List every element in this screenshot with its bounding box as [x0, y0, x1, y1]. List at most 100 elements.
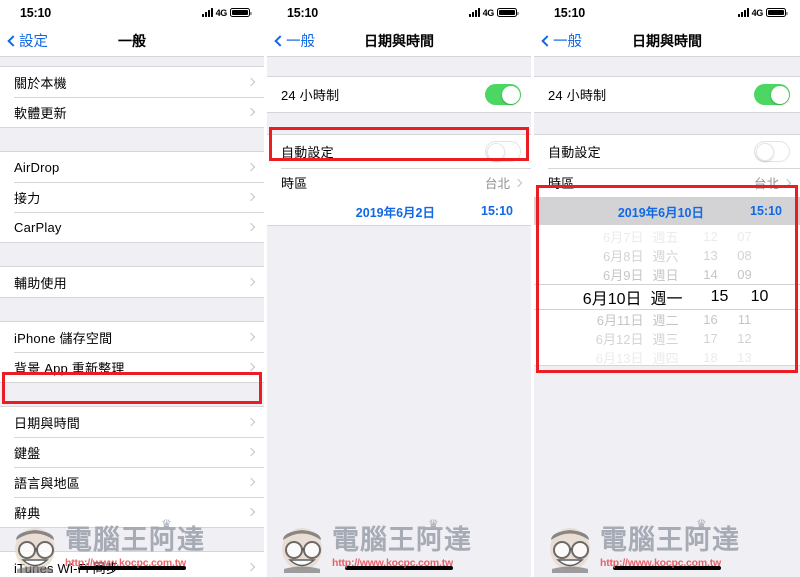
- phone-screen-date-time-picker-open: 15:10 4G 一般 日期與時間 24 小時制 自動設定 時區 台北 2019…: [534, 0, 800, 577]
- row-label: 輔助使用: [14, 275, 67, 291]
- toggle-set-automatically[interactable]: [485, 141, 521, 162]
- status-bar: 15:10 4G: [0, 0, 264, 25]
- row-24-hour-time[interactable]: 24 小時制: [267, 77, 531, 112]
- signal-bars-icon: [737, 8, 749, 17]
- date-time-picker[interactable]: 6月7日 週五 12 07 6月8日 週六 13 08 6月9日 週日 14 0…: [534, 225, 800, 365]
- list-gap: [534, 113, 800, 134]
- signal-bars-icon: [468, 8, 480, 17]
- status-bar-indicators: 4G: [737, 7, 788, 18]
- picker-row[interactable]: 6月7日 週五 12 07: [534, 227, 800, 246]
- picker-row[interactable]: 6月11日 週二 16 11: [534, 310, 800, 329]
- toggle-set-automatically[interactable]: [754, 141, 790, 162]
- auto-timezone-group: 自動設定 時區 台北 2019年6月2日 15:10: [267, 134, 531, 226]
- picker-hour: 17: [703, 331, 718, 346]
- picker-weekday: 週三: [652, 332, 679, 347]
- time-zone-value: 台北: [753, 177, 779, 191]
- sidebar-item-keyboard[interactable]: 鍵盤: [0, 437, 264, 467]
- sidebar-item-background-app-refresh[interactable]: 背景 App 重新整理: [0, 352, 264, 382]
- sidebar-item-iphone-storage[interactable]: iPhone 儲存空間: [0, 322, 264, 352]
- picker-row-selected[interactable]: 6月10日 週一 15 10: [534, 284, 800, 310]
- chevron-right-icon: [246, 447, 256, 457]
- picker-row[interactable]: 6月13日 週四 18 13: [534, 348, 800, 365]
- network-label: 4G: [215, 7, 228, 18]
- picker-weekday: 週五: [652, 230, 679, 245]
- list-gap: [0, 128, 264, 151]
- nav-bar: 一般 日期與時間: [534, 25, 800, 57]
- row-time-zone[interactable]: 時區 台北: [534, 168, 800, 197]
- back-button[interactable]: 設定: [0, 30, 48, 51]
- time-value: 15:10: [481, 204, 513, 218]
- list-gap: [0, 57, 264, 66]
- sidebar-item-language-and-region[interactable]: 語言與地區: [0, 467, 264, 497]
- chevron-right-icon: [782, 178, 792, 187]
- picker-minute: 11: [737, 312, 752, 327]
- status-bar-time: 15:10: [554, 5, 585, 20]
- picker-weekday: 週四: [652, 351, 679, 365]
- list-gap: [0, 298, 264, 321]
- toggle-24-hour-time[interactable]: [754, 84, 790, 105]
- toggle-24-hour-time[interactable]: [485, 84, 521, 105]
- picker-weekday: 週二: [652, 313, 679, 328]
- sidebar-item-date-and-time[interactable]: 日期與時間: [0, 407, 264, 437]
- status-bar: 15:10 4G: [267, 0, 531, 25]
- status-bar-indicators: 4G: [468, 8, 519, 18]
- picker-hour: 15: [710, 288, 729, 305]
- picker-minute: 13: [737, 350, 752, 365]
- row-date-time-summary[interactable]: 2019年6月2日 15:10: [267, 197, 531, 225]
- picker-weekday: 週日: [652, 268, 679, 283]
- sidebar-item-itunes-wifi-sync[interactable]: iTunes Wi-Fi 同步: [0, 552, 264, 577]
- picker-weekday: 週六: [652, 249, 679, 264]
- back-button-label: 一般: [286, 34, 315, 50]
- picker-row[interactable]: 6月9日 週日 14 09: [534, 265, 800, 284]
- list-gap: [534, 57, 800, 76]
- sidebar-item-accessibility[interactable]: 輔助使用: [0, 267, 264, 297]
- list-gap: [267, 57, 531, 76]
- date-value: 2019年6月10日: [617, 205, 705, 220]
- settings-list[interactable]: 關於本機 軟體更新 AirDrop 接力 CarPlay 輔助使用 iPhone…: [0, 57, 264, 577]
- row-label: 關於本機: [14, 75, 67, 91]
- time-value: 15:10: [750, 204, 782, 218]
- back-button-label: 設定: [19, 34, 48, 50]
- settings-group-2: AirDrop 接力 CarPlay: [0, 151, 264, 243]
- chevron-right-icon: [246, 222, 256, 232]
- status-bar-time: 15:10: [20, 5, 51, 20]
- settings-group-5: 日期與時間 鍵盤 語言與地區 辭典: [0, 406, 264, 528]
- row-label: 時區: [548, 176, 575, 191]
- picker-minute: 08: [737, 248, 752, 263]
- row-label: CarPlay: [14, 219, 62, 235]
- chevron-right-icon: [246, 477, 256, 487]
- battery-full-icon: [230, 7, 252, 18]
- row-24-hour-time[interactable]: 24 小時制: [534, 77, 800, 112]
- row-label: 24 小時制: [548, 88, 607, 103]
- nav-bar: 設定 一般: [0, 25, 264, 57]
- picker-row[interactable]: 6月8日 週六 13 08: [534, 246, 800, 265]
- chevron-right-icon: [246, 562, 256, 572]
- network-label: 4G: [751, 7, 764, 18]
- row-set-automatically[interactable]: 自動設定: [267, 135, 531, 168]
- back-button[interactable]: 一般: [534, 30, 582, 51]
- sidebar-item-handoff[interactable]: 接力: [0, 182, 264, 212]
- chevron-right-icon: [246, 417, 256, 427]
- row-time-zone[interactable]: 時區 台北: [267, 168, 531, 197]
- sidebar-item-about[interactable]: 關於本機: [0, 67, 264, 97]
- row-date-time-summary[interactable]: 2019年6月10日 15:10: [534, 197, 800, 225]
- back-button-label: 一般: [553, 34, 582, 50]
- date-time-list[interactable]: 24 小時制 自動設定 時區 台北 2019年6月2日 15:10: [267, 57, 531, 577]
- picker-day: 6月12日: [595, 332, 644, 347]
- sidebar-item-carplay[interactable]: CarPlay: [0, 212, 264, 242]
- row-set-automatically[interactable]: 自動設定: [534, 135, 800, 168]
- back-button[interactable]: 一般: [267, 30, 315, 51]
- sidebar-item-dictionary[interactable]: 辭典: [0, 497, 264, 527]
- status-bar: 15:10 4G: [534, 0, 800, 25]
- picker-day: 6月9日: [603, 268, 644, 283]
- row-label: 自動設定: [281, 145, 334, 160]
- date-time-list[interactable]: 24 小時制 自動設定 時區 台北 2019年6月10日 15:10 6月7日 …: [534, 57, 800, 577]
- picker-row[interactable]: 6月12日 週三 17 12: [534, 329, 800, 348]
- time-zone-value: 台北: [484, 177, 510, 191]
- picker-day: 6月7日: [603, 230, 644, 245]
- sidebar-item-airdrop[interactable]: AirDrop: [0, 152, 264, 182]
- picker-minute: 12: [737, 331, 752, 346]
- picker-hour: 14: [703, 267, 718, 282]
- picker-day: 6月11日: [596, 313, 644, 328]
- sidebar-item-software-update[interactable]: 軟體更新: [0, 97, 264, 127]
